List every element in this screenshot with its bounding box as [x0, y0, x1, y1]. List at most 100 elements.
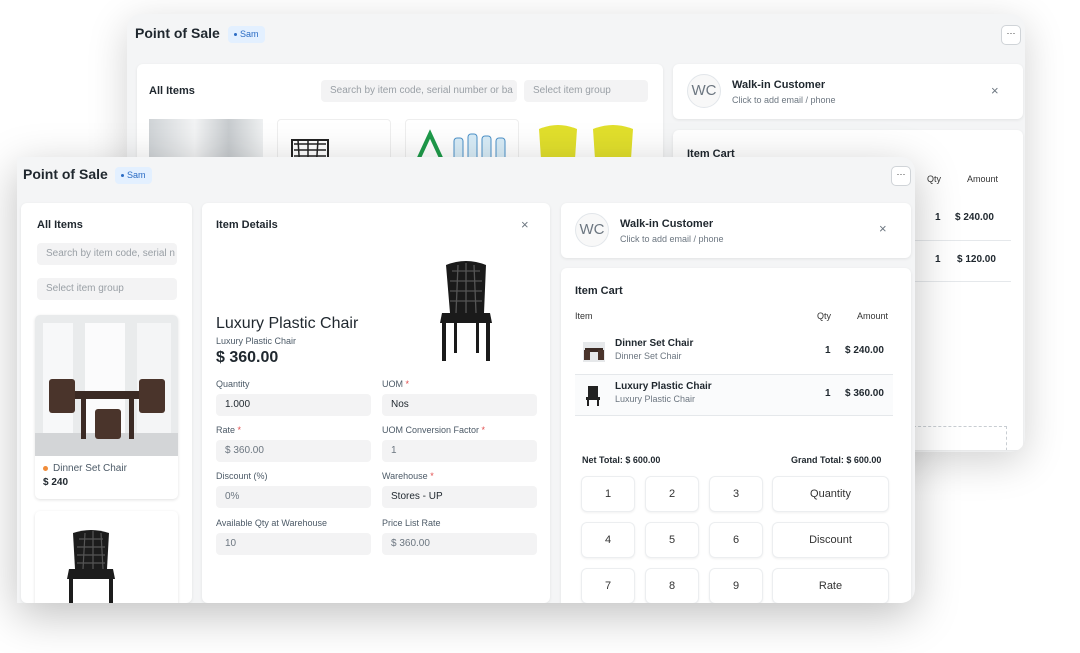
cart-col-qty: Qty — [927, 174, 942, 184]
customer-avatar: WC — [575, 213, 609, 247]
pos-window: Point of Sale Sam ··· All Items Search b… — [17, 157, 915, 603]
cart-item-qty: 1 — [825, 388, 831, 399]
cart-item-name: Luxury Plastic Chair — [615, 381, 712, 392]
customer-panel[interactable]: WC Walk-in Customer Click to add email /… — [561, 203, 911, 258]
cart-item-qty: 1 — [825, 345, 831, 356]
price-list-rate-input[interactable]: $ 360.00 — [382, 533, 537, 555]
user-badge-label: Sam — [127, 170, 146, 180]
rate-mode-button[interactable]: Rate — [772, 568, 889, 603]
rate-label: Rate * — [216, 425, 241, 435]
numpad-key-3[interactable]: 3 — [709, 476, 763, 512]
dashed-box — [913, 426, 1007, 450]
cart-row-amount: $ 240.00 — [955, 212, 994, 223]
page-title: Point of Sale — [23, 166, 108, 182]
cart-row-qty: 1 — [935, 254, 941, 265]
numpad-key-9[interactable]: 9 — [709, 568, 763, 603]
rate-input[interactable]: $ 360.00 — [216, 440, 371, 462]
item-name: Dinner Set Chair — [53, 463, 127, 474]
divider — [913, 240, 1011, 241]
cart-col-amount: Amount — [857, 311, 889, 321]
numpad-key-1[interactable]: 1 — [581, 476, 635, 512]
required-marker: * — [481, 425, 486, 435]
available-qty-label: Available Qty at Warehouse — [216, 518, 328, 528]
cart-row-qty: 1 — [935, 212, 941, 223]
uom-conversion-label-text: UOM Conversion Factor — [382, 425, 480, 435]
required-marker: * — [430, 471, 434, 481]
customer-name: Walk-in Customer — [620, 218, 714, 230]
dinner-set-thumb-icon — [583, 342, 605, 362]
item-price: $ 360.00 — [216, 349, 279, 366]
status-dot-icon — [234, 33, 237, 37]
more-menu-button[interactable]: ··· — [1001, 25, 1021, 45]
user-badge: Sam — [115, 167, 152, 184]
uom-label-text: UOM — [382, 379, 403, 389]
warehouse-input[interactable]: Stores - UP — [382, 486, 537, 508]
discount-mode-button[interactable]: Discount — [772, 522, 889, 558]
required-marker: * — [405, 379, 410, 389]
quantity-input[interactable]: 1.000 — [216, 394, 371, 416]
uom-input[interactable]: Nos — [382, 394, 537, 416]
cart-item-amount: $ 240.00 — [845, 345, 884, 356]
quantity-label: Quantity — [216, 379, 250, 389]
customer-hint: Click to add email / phone — [620, 234, 724, 244]
status-dot-icon — [121, 174, 124, 178]
search-input[interactable]: Search by item code, serial n — [37, 243, 177, 265]
quantity-mode-button[interactable]: Quantity — [772, 476, 889, 512]
more-menu-button[interactable]: ··· — [891, 166, 911, 186]
discount-label: Discount (%) — [216, 471, 268, 481]
cart-panel: Item Cart Item Qty Amount Dinner Set Cha… — [561, 268, 911, 603]
status-dot-icon — [43, 466, 48, 471]
cart-col-qty: Qty — [817, 311, 832, 321]
user-badge-label: Sam — [240, 29, 259, 39]
warehouse-label: Warehouse * — [382, 471, 434, 481]
item-subtitle: Luxury Plastic Chair — [216, 336, 297, 346]
net-total: Net Total: $ 600.00 — [582, 455, 661, 465]
uom-conversion-label: UOM Conversion Factor * — [382, 425, 485, 435]
cart-item-sub: Luxury Plastic Chair — [615, 394, 696, 404]
available-qty-input[interactable]: 10 — [216, 533, 371, 555]
item-details-heading: Item Details — [216, 219, 278, 231]
rate-label-text: Rate — [216, 425, 236, 435]
cart-heading: Item Cart — [575, 285, 623, 297]
cart-item-amount: $ 360.00 — [845, 388, 884, 399]
numpad-key-7[interactable]: 7 — [581, 568, 635, 603]
numpad-key-5[interactable]: 5 — [645, 522, 699, 558]
item-group-select[interactable]: Select item group — [37, 278, 177, 300]
search-input[interactable]: Search by item code, serial number or ba — [321, 80, 517, 102]
warehouse-label-text: Warehouse — [382, 471, 428, 481]
close-icon[interactable]: × — [879, 221, 887, 236]
item-card-dinner-set-chair[interactable]: Dinner Set Chair $ 240 — [35, 315, 178, 499]
numpad-key-6[interactable]: 6 — [709, 522, 763, 558]
uom-label: UOM * — [382, 379, 409, 389]
item-group-select[interactable]: Select item group — [524, 80, 648, 102]
cart-row-amount: $ 120.00 — [957, 254, 996, 265]
numpad-key-4[interactable]: 4 — [581, 522, 635, 558]
cart-col-amount: Amount — [967, 174, 999, 184]
chair-image-icon — [440, 261, 492, 361]
customer-name: Walk-in Customer — [732, 79, 826, 91]
numpad-key-2[interactable]: 2 — [645, 476, 699, 512]
divider — [913, 281, 1011, 282]
numpad-key-8[interactable]: 8 — [645, 568, 699, 603]
item-price: $ 240 — [43, 477, 69, 488]
customer-panel-back[interactable]: WC Walk-in Customer Click to add email /… — [673, 64, 1023, 119]
customer-avatar: WC — [687, 74, 721, 108]
cart-item-name: Dinner Set Chair — [615, 338, 694, 349]
chair-icon — [67, 530, 115, 603]
discount-input[interactable]: 0% — [216, 486, 371, 508]
cart-row[interactable]: Luxury Plastic Chair Luxury Plastic Chai… — [575, 374, 893, 416]
cart-col-item: Item — [575, 311, 593, 321]
item-card-luxury-plastic-chair[interactable] — [35, 511, 178, 603]
grand-total: Grand Total: $ 600.00 — [791, 455, 882, 465]
items-heading: All Items — [37, 219, 83, 231]
close-icon[interactable]: × — [521, 217, 529, 232]
cart-row[interactable]: Dinner Set Chair Dinner Set Chair 1 $ 24… — [575, 332, 893, 374]
uom-conversion-input[interactable]: 1 — [382, 440, 537, 462]
cart-item-sub: Dinner Set Chair — [615, 351, 682, 361]
item-name: Luxury Plastic Chair — [216, 315, 359, 332]
items-heading: All Items — [149, 85, 195, 97]
item-details-panel: Item Details × Luxury Plastic Chair Luxu… — [202, 203, 550, 603]
items-panel: All Items Search by item code, serial n … — [21, 203, 192, 603]
chair-thumb-icon — [586, 386, 600, 406]
close-icon[interactable]: × — [991, 83, 999, 98]
